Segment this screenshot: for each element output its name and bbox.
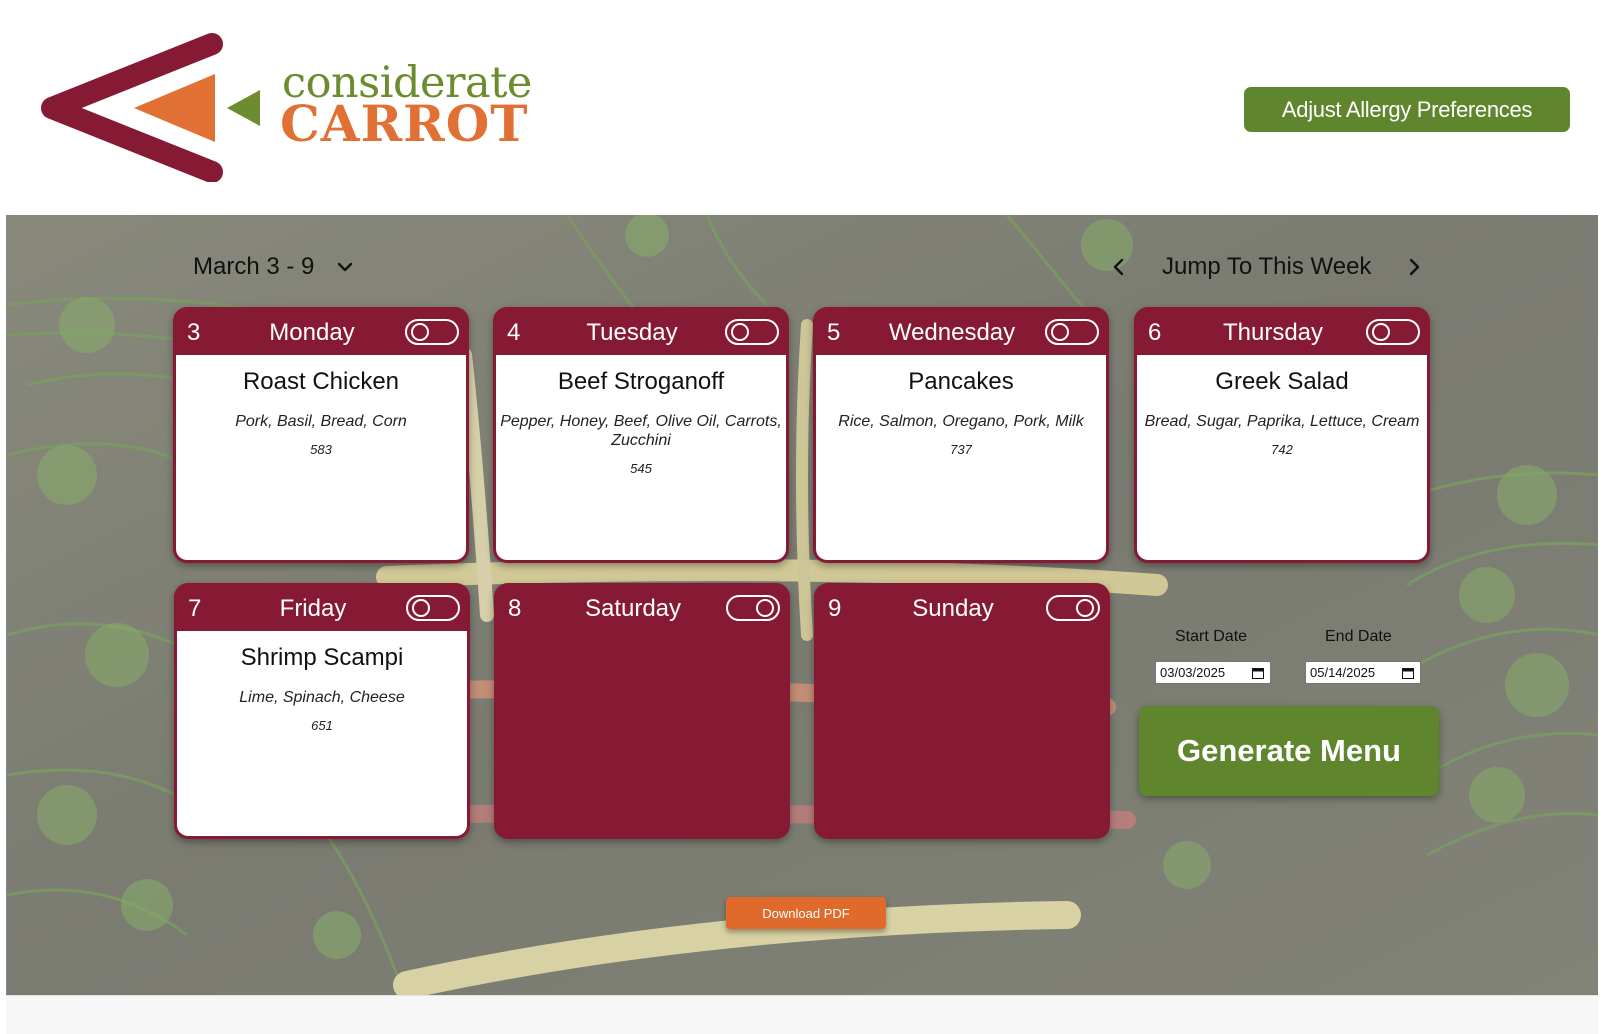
previous-week-button[interactable]: [1102, 250, 1136, 284]
meal-ingredients: Bread, Sugar, Paprika, Lettuce, Cream: [1144, 413, 1420, 430]
day-card-header: 9 Sunday: [814, 583, 1110, 631]
meal-calories: 545: [630, 461, 652, 476]
jump-to-this-week-link[interactable]: Jump To This Week: [1162, 253, 1371, 281]
page: considerate CARROT Adjust Allergy Prefer…: [0, 0, 1604, 1034]
download-pdf-button[interactable]: Download PDF: [726, 897, 886, 929]
carrot-logo-icon: [41, 33, 260, 182]
day-skip-toggle[interactable]: [726, 595, 780, 621]
day-skip-toggle[interactable]: [406, 595, 460, 621]
toggle-knob: [412, 599, 430, 617]
day-card-thursday: 6 Thursday Greek Salad Bread, Sugar, Paprik…: [1134, 307, 1430, 563]
meal-details[interactable]: Greek Salad Bread, Sugar, Paprika, Lettuc…: [1137, 355, 1427, 560]
meal-title: Pancakes: [908, 368, 1014, 395]
day-card-header: 6 Thursday: [1134, 307, 1430, 355]
day-card-header: 8 Saturday: [494, 583, 790, 631]
day-card-header: 4 Tuesday: [493, 307, 789, 355]
end-date-label: End Date: [1325, 628, 1392, 645]
day-card-header: 5 Wednesday: [813, 307, 1109, 355]
day-skip-toggle[interactable]: [1045, 319, 1099, 345]
meal-details[interactable]: Pancakes Rice, Salmon, Oregano, Pork, Mil…: [816, 355, 1106, 560]
day-card-header: 3 Monday: [173, 307, 469, 355]
chevron-left-icon: [1113, 258, 1124, 276]
day-skip-toggle[interactable]: [1046, 595, 1100, 621]
day-card-friday: 7 Friday Shrimp Scampi Lime, Spinach, Chees…: [174, 583, 470, 839]
end-date-value: 05/14/2025: [1310, 665, 1376, 680]
calendar-icon[interactable]: [1252, 667, 1264, 679]
meal-details[interactable]: Shrimp Scampi Lime, Spinach, Cheese 651: [177, 631, 467, 836]
meal-calories: 742: [1271, 442, 1293, 457]
meal-calories: 737: [950, 442, 972, 457]
meal-ingredients: Pork, Basil, Bread, Corn: [235, 413, 407, 430]
next-week-button[interactable]: [1397, 250, 1431, 284]
meal-calories: 583: [310, 442, 332, 457]
toggle-knob: [411, 323, 429, 341]
toggle-knob: [1051, 323, 1069, 341]
header: considerate CARROT Adjust Allergy Prefer…: [0, 0, 1604, 210]
generate-menu-button[interactable]: Generate Menu: [1139, 706, 1439, 796]
week-range-label: March 3 - 9: [193, 253, 315, 280]
day-card-wednesday: 5 Wednesday Pancakes Rice, Salmon, Oregano,…: [813, 307, 1109, 563]
adjust-allergy-preferences-button[interactable]: Adjust Allergy Preferences: [1244, 87, 1570, 132]
meal-ingredients: Pepper, Honey, Beef, Olive Oil, Carrots,…: [500, 413, 782, 449]
day-card-header: 7 Friday: [174, 583, 470, 631]
toggle-knob: [731, 323, 749, 341]
meal-details[interactable]: Beef Stroganoff Pepper, Honey, Beef, Oliv…: [496, 355, 786, 560]
toggle-knob: [1372, 323, 1390, 341]
day-card-saturday: 8 Saturday: [494, 583, 790, 839]
day-skip-toggle[interactable]: [1366, 319, 1420, 345]
day-skip-toggle[interactable]: [405, 319, 459, 345]
chevron-right-icon: [1410, 258, 1420, 276]
toggle-knob: [1076, 599, 1094, 617]
day-card-sunday: 9 Sunday: [814, 583, 1110, 839]
logo-wordmark-bottom: CARROT: [280, 94, 529, 153]
planner-area: March 3 - 9 Jump To This Week 3 Monday Roa…: [6, 215, 1598, 995]
meal-ingredients: Rice, Salmon, Oregano, Pork, Milk: [838, 413, 1084, 430]
start-date-value: 03/03/2025: [1160, 665, 1226, 680]
start-date-input[interactable]: 03/03/2025: [1155, 661, 1271, 684]
meal-calories: 651: [311, 718, 333, 733]
meal-ingredients: Lime, Spinach, Cheese: [239, 689, 405, 706]
footer: [6, 995, 1598, 1034]
meal-title: Greek Salad: [1215, 368, 1349, 395]
day-card-monday: 3 Monday Roast Chicken Pork, Basil, Bread, …: [173, 307, 469, 563]
end-date-input[interactable]: 05/14/2025: [1305, 661, 1421, 684]
logo[interactable]: considerate CARROT: [34, 32, 532, 182]
calendar-icon[interactable]: [1402, 667, 1414, 679]
week-range-dropdown[interactable]: March 3 - 9: [193, 247, 356, 287]
meal-title: Roast Chicken: [242, 368, 400, 395]
toggle-knob: [756, 599, 774, 617]
chevron-down-icon: [338, 262, 353, 272]
meal-details[interactable]: Roast Chicken Pork, Basil, Bread, Corn 583: [176, 355, 466, 560]
day-skip-toggle[interactable]: [725, 319, 779, 345]
week-navigation: Jump To This Week: [1102, 247, 1431, 287]
meal-title: Beef Stroganoff: [557, 368, 725, 395]
day-card-tuesday: 4 Tuesday Beef Stroganoff Pepper, Honey, Be…: [493, 307, 789, 563]
meal-title: Shrimp Scampi: [240, 644, 404, 671]
start-date-label: Start Date: [1175, 628, 1248, 645]
